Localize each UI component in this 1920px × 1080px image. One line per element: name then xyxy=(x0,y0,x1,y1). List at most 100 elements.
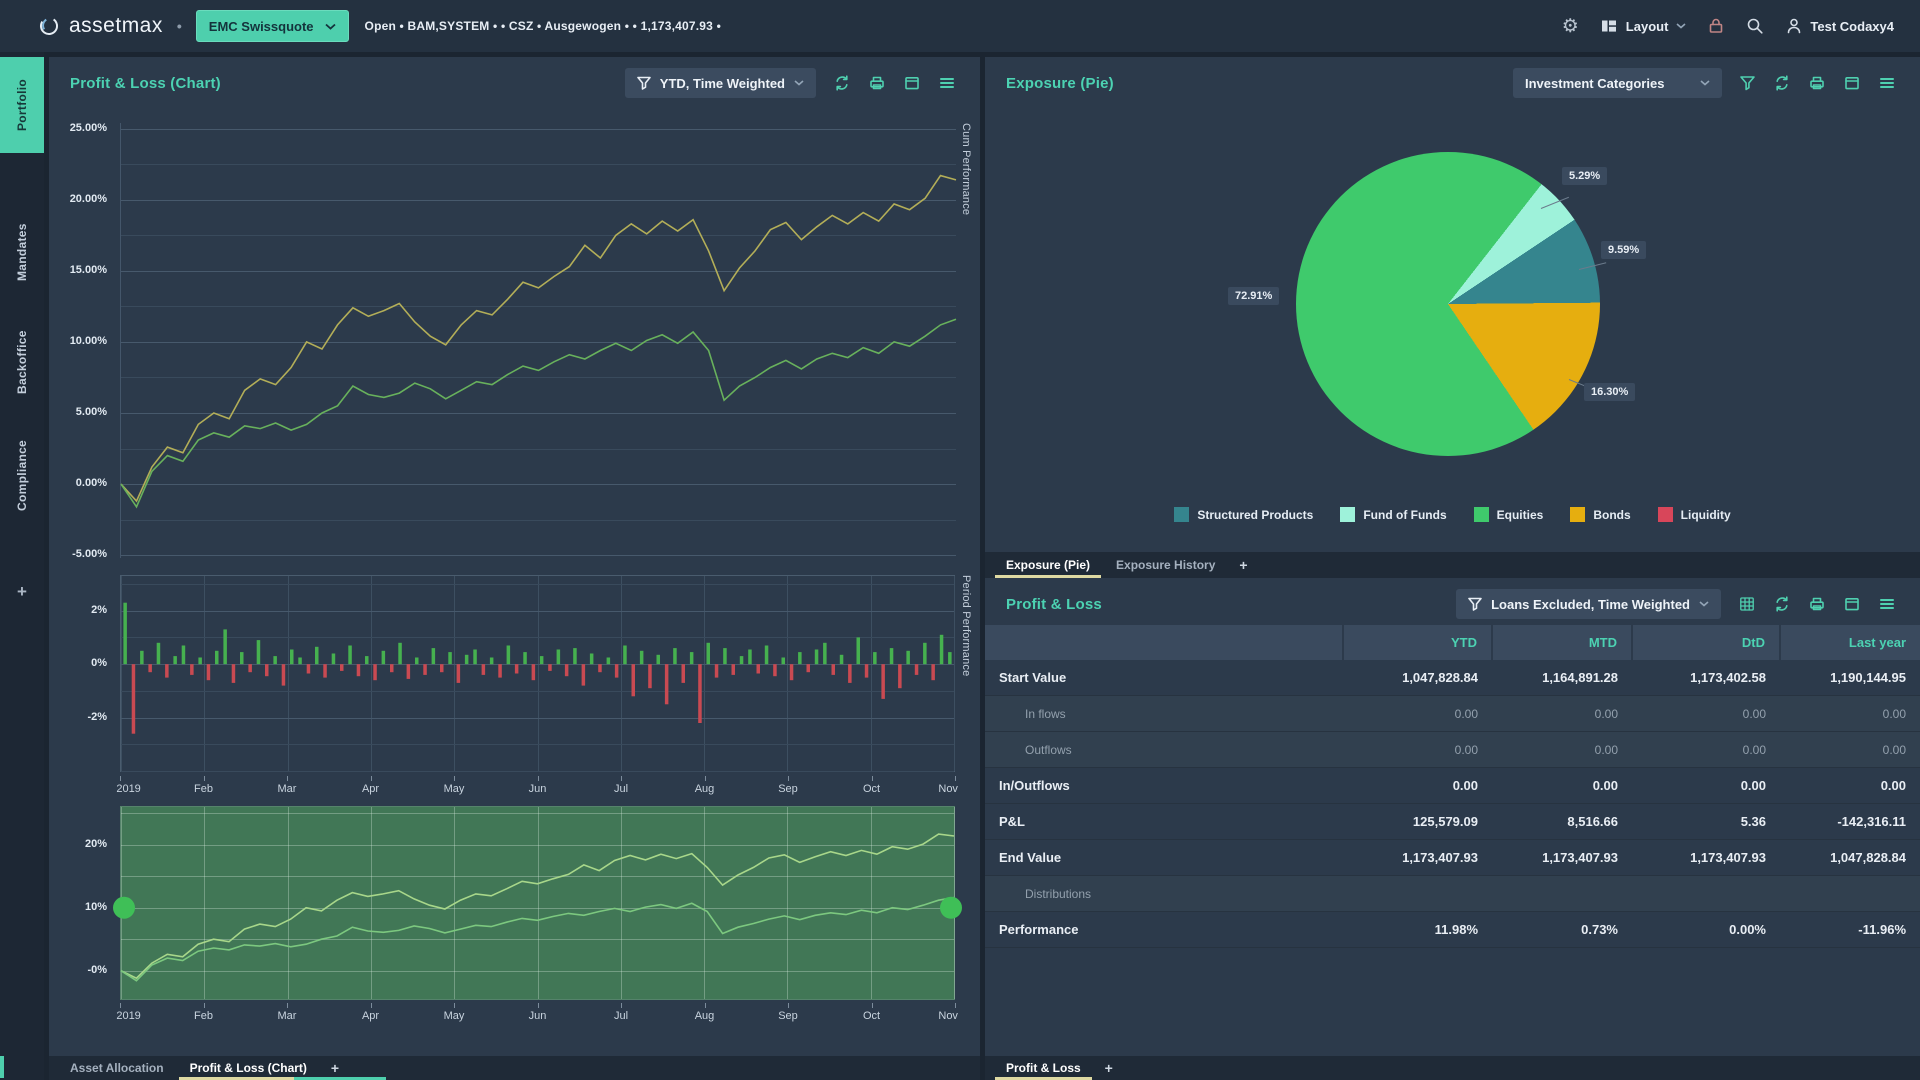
lock-icon[interactable] xyxy=(1707,17,1725,35)
add-tab-button[interactable]: + xyxy=(1228,552,1258,578)
table-cell: 0.00 xyxy=(1492,732,1632,768)
legend-swatch xyxy=(1570,507,1585,522)
sidebar-add-button[interactable]: + xyxy=(0,582,44,602)
tab-profit-loss[interactable]: Profit & Loss xyxy=(993,1056,1094,1080)
legend-item[interactable]: Structured Products xyxy=(1174,507,1313,522)
menu-icon[interactable] xyxy=(1878,74,1896,92)
period-performance-chart[interactable]: 2%0%-2% xyxy=(120,575,955,772)
range-handle[interactable] xyxy=(940,897,962,919)
category-selector-dropdown[interactable]: Investment Categories xyxy=(1513,68,1722,98)
table-grid-icon[interactable] xyxy=(1738,595,1756,613)
vertical-scrollbar-thumb[interactable] xyxy=(0,1056,4,1078)
y-axis-label: -0% xyxy=(87,964,107,976)
column-header[interactable]: YTD xyxy=(1343,625,1492,660)
user-icon xyxy=(1785,17,1803,35)
axis-tick xyxy=(788,1003,789,1008)
axis-tick xyxy=(872,1003,873,1008)
legend-item[interactable]: Bonds xyxy=(1570,507,1630,522)
portfolio-selector-dropdown[interactable]: EMC Swissquote xyxy=(196,10,349,42)
axis-tick xyxy=(788,776,789,781)
filter-label: YTD, Time Weighted xyxy=(660,76,785,91)
print-icon[interactable] xyxy=(868,74,886,92)
y-axis-label: 5.00% xyxy=(76,406,107,418)
table-cell: 1,173,402.58 xyxy=(1632,660,1780,696)
table-row: Distributions xyxy=(985,876,1920,912)
pie-label-fund-of-funds: 5.29% xyxy=(1562,167,1607,185)
x-axis-label: May xyxy=(444,783,465,795)
search-icon[interactable] xyxy=(1746,17,1764,35)
panel-window-icon[interactable] xyxy=(903,74,921,92)
sidebar-item-compliance[interactable]: Compliance xyxy=(0,420,44,530)
add-tab-button[interactable]: + xyxy=(1094,1056,1124,1080)
table-row: In/Outflows0.000.000.000.00 xyxy=(985,768,1920,804)
legend-swatch xyxy=(1658,507,1673,522)
table-row: Performance11.98%0.73%0.00%-11.96% xyxy=(985,912,1920,948)
legend-label: Equities xyxy=(1497,508,1544,522)
legend-item[interactable]: Fund of Funds xyxy=(1340,507,1446,522)
row-label: In/Outflows xyxy=(985,768,1343,804)
table-cell: 0.00 xyxy=(1780,696,1920,732)
pnl-chart-tab-bar: Asset Allocation Profit & Loss (Chart) + xyxy=(49,1056,980,1080)
user-menu[interactable]: Test Codaxy4 xyxy=(1785,17,1894,35)
tab-exposure-history[interactable]: Exposure History xyxy=(1103,552,1228,578)
axis-tick xyxy=(204,776,205,781)
sidebar-item-mandates[interactable]: Mandates xyxy=(0,200,44,305)
layout-button[interactable]: Layout xyxy=(1600,17,1687,35)
refresh-icon[interactable] xyxy=(1773,595,1791,613)
legend-item[interactable]: Liquidity xyxy=(1658,507,1731,522)
column-header[interactable]: MTD xyxy=(1492,625,1632,660)
column-header[interactable]: Last year xyxy=(1780,625,1920,660)
table-cell: 0.00 xyxy=(1343,732,1492,768)
axis-tick xyxy=(454,776,455,781)
menu-icon[interactable] xyxy=(1878,595,1896,613)
gear-icon[interactable]: ⚙ xyxy=(1562,17,1579,36)
month-axis: 2019FebMarAprMayJunJulAugSepOctNov xyxy=(120,776,955,802)
user-name: Test Codaxy4 xyxy=(1810,19,1894,34)
print-icon[interactable] xyxy=(1808,595,1826,613)
legend-label: Bonds xyxy=(1593,508,1630,522)
exposure-pie-chart[interactable] xyxy=(1296,152,1600,456)
cumulative-performance-chart[interactable]: 25.00%20.00%15.00%10.00%5.00%0.00%-5.00% xyxy=(120,123,956,558)
table-cell: 1,173,407.93 xyxy=(1632,840,1780,876)
tab-asset-allocation[interactable]: Asset Allocation xyxy=(57,1056,177,1080)
panel-window-icon[interactable] xyxy=(1843,595,1861,613)
sidebar-item-backoffice[interactable]: Backoffice xyxy=(0,310,44,415)
menu-icon[interactable] xyxy=(938,74,956,92)
axis-tick xyxy=(705,1003,706,1008)
x-axis-label: Jul xyxy=(614,1010,628,1022)
axis-tick xyxy=(454,1003,455,1008)
table-row: End Value1,173,407.931,173,407.931,173,4… xyxy=(985,840,1920,876)
x-axis-label: 2019 xyxy=(116,783,140,795)
axis-tick xyxy=(872,776,873,781)
filter-funnel-icon[interactable] xyxy=(1739,75,1756,92)
x-axis-label: Mar xyxy=(278,783,297,795)
y-axis-label: -2% xyxy=(87,711,107,723)
refresh-icon[interactable] xyxy=(833,74,851,92)
table-cell xyxy=(1343,876,1492,912)
pie-label-structured-products: 9.59% xyxy=(1601,241,1646,259)
pnl-table-filter-dropdown[interactable]: Loans Excluded, Time Weighted xyxy=(1456,589,1721,619)
table-cell: 0.00 xyxy=(1343,696,1492,732)
table-row: P&L125,579.098,516.665.36-142,316.11 xyxy=(985,804,1920,840)
table-cell: 1,173,407.93 xyxy=(1492,840,1632,876)
y-axis-label: 10% xyxy=(85,901,107,913)
axis-tick xyxy=(287,776,288,781)
x-axis-label: Mar xyxy=(278,1010,297,1022)
x-axis-label: Jul xyxy=(614,783,628,795)
y-axis-label: 0% xyxy=(91,657,107,669)
sidebar-item-portfolio[interactable]: Portfolio xyxy=(0,57,44,153)
breadcrumb: Open • BAM,SYSTEM • • CSZ • Ausgewogen •… xyxy=(365,19,721,33)
legend-label: Liquidity xyxy=(1681,508,1731,522)
refresh-icon[interactable] xyxy=(1773,74,1791,92)
panel-window-icon[interactable] xyxy=(1843,74,1861,92)
print-icon[interactable] xyxy=(1808,74,1826,92)
legend-item[interactable]: Equities xyxy=(1474,507,1544,522)
tab-exposure-pie[interactable]: Exposure (Pie) xyxy=(993,552,1103,578)
range-selector-chart[interactable]: 20%10%-0% xyxy=(120,806,955,1000)
axis-tick xyxy=(705,776,706,781)
range-handle[interactable] xyxy=(113,897,135,919)
column-header[interactable]: DtD xyxy=(1632,625,1780,660)
pnl-chart-filter-dropdown[interactable]: YTD, Time Weighted xyxy=(625,68,816,98)
row-label: P&L xyxy=(985,804,1343,840)
table-cell: 11.98% xyxy=(1343,912,1492,948)
